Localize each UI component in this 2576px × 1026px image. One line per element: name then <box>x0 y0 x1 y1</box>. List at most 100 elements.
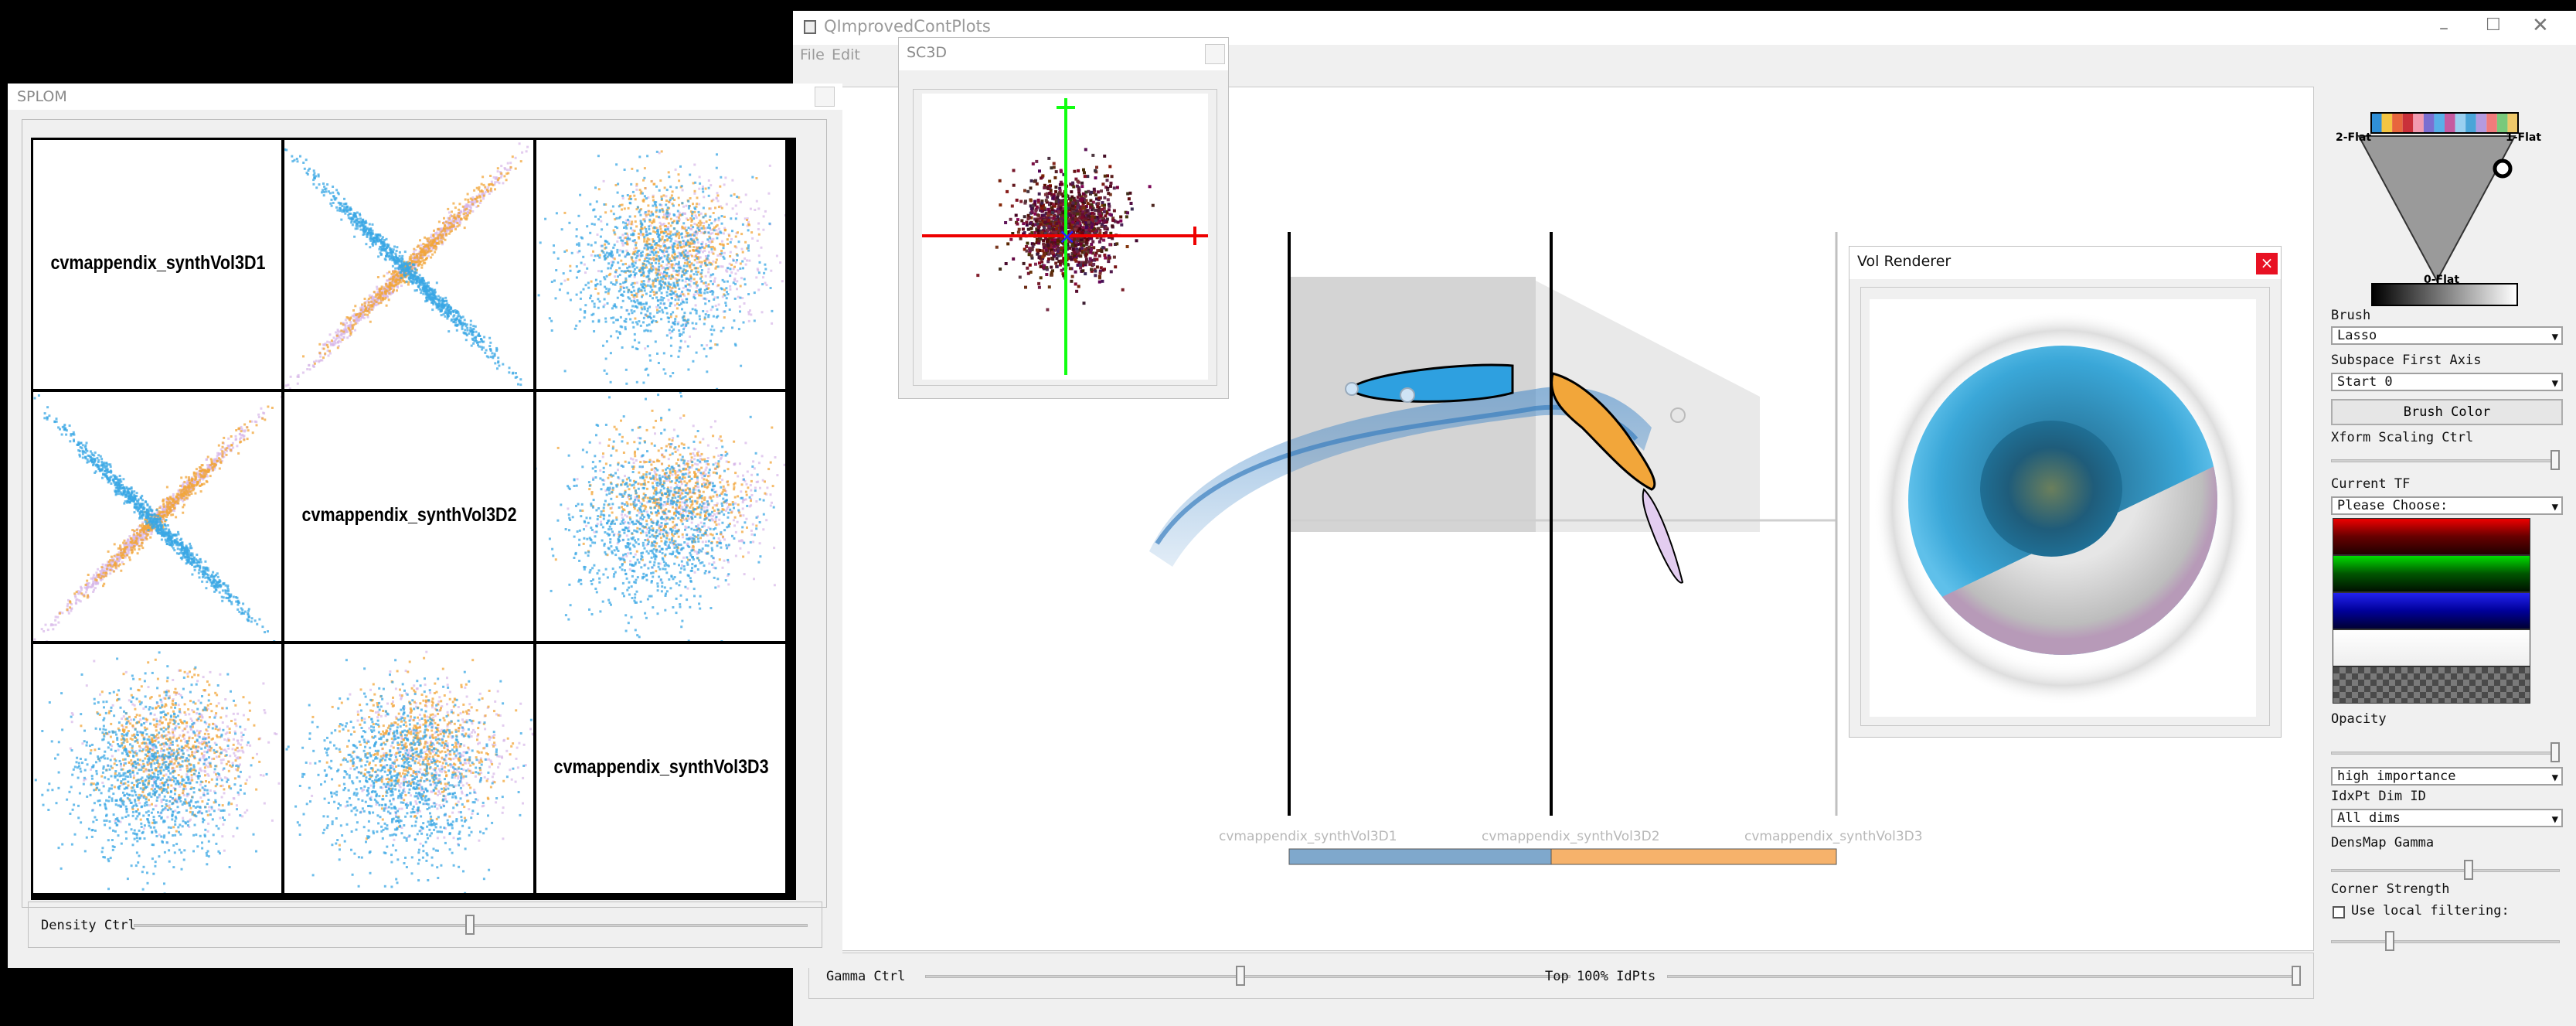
opacity-slider-handle[interactable] <box>2550 742 2560 762</box>
palette-swatch[interactable] <box>2434 113 2445 133</box>
close-icon[interactable]: ✕ <box>2532 14 2549 37</box>
scatter-point <box>317 173 320 176</box>
scatter-point <box>438 298 441 302</box>
splom-cell-0-1[interactable] <box>284 140 533 389</box>
scatter-point <box>705 355 708 358</box>
densmap-slider-track[interactable] <box>2331 869 2560 872</box>
splom-cell-1-0[interactable] <box>33 392 281 641</box>
palette-swatch[interactable] <box>2402 113 2414 133</box>
scatter-point <box>660 150 663 153</box>
scatter-point <box>403 251 407 254</box>
scatter-point <box>669 224 672 227</box>
scatter-point <box>381 296 384 299</box>
scatter-point <box>347 326 350 329</box>
splom-cell-0-2[interactable] <box>536 140 785 389</box>
minimize-icon[interactable]: – <box>2439 17 2448 39</box>
importance-select[interactable]: high importance ▼ <box>2331 767 2563 786</box>
subspace-select[interactable]: Start 0 ▼ <box>2331 373 2563 391</box>
menu-file[interactable]: File <box>800 46 825 63</box>
scatter-point <box>706 264 709 267</box>
splom-close-icon[interactable] <box>815 87 835 107</box>
palette-swatch[interactable] <box>2455 113 2466 133</box>
scatter-point <box>677 173 680 176</box>
scatter-point <box>503 167 506 169</box>
scatter-point <box>397 258 400 261</box>
palette-swatch[interactable] <box>2465 113 2476 133</box>
scatter-point <box>375 301 378 303</box>
scatter-point <box>678 179 681 182</box>
axis-order-segment-1[interactable] <box>1288 848 1552 865</box>
scatter-point <box>625 249 628 252</box>
scatter-point <box>612 316 615 319</box>
brush-color-button[interactable]: Brush Color <box>2331 399 2563 425</box>
tf-alpha-channel[interactable] <box>2333 666 2530 704</box>
gamma-slider-track[interactable] <box>925 975 1570 978</box>
scatter-point <box>729 268 732 271</box>
scatter-point <box>679 253 682 256</box>
scatter-point <box>624 320 628 323</box>
palette-swatch[interactable] <box>2486 113 2497 133</box>
palette-swatch[interactable] <box>2507 113 2518 133</box>
scatter-point <box>511 155 514 159</box>
palette-swatch[interactable] <box>2381 113 2393 133</box>
scatter-point <box>502 363 505 366</box>
scatter-point <box>335 334 339 337</box>
palette-swatch[interactable] <box>2476 113 2487 133</box>
opacity-slider-track[interactable] <box>2331 752 2560 755</box>
color-palette-strip[interactable] <box>2370 112 2519 134</box>
triangle-marker[interactable] <box>2493 159 2513 179</box>
corner-slider-handle[interactable] <box>2385 931 2394 951</box>
scatter-point <box>600 270 603 273</box>
brush-select-value: Lasso <box>2337 328 2377 343</box>
tf-green-channel[interactable] <box>2333 555 2530 592</box>
scatter-point <box>747 223 750 226</box>
palette-swatch[interactable] <box>2423 113 2435 133</box>
tf-blue-channel[interactable] <box>2333 592 2530 629</box>
palette-swatch[interactable] <box>2392 113 2403 133</box>
densmap-slider-handle[interactable] <box>2464 860 2473 880</box>
xform-slider-track[interactable] <box>2331 459 2560 462</box>
scatter-point <box>756 239 759 242</box>
palette-swatch[interactable] <box>2413 113 2424 133</box>
menu-edit[interactable]: Edit <box>832 46 860 63</box>
tf-red-channel[interactable] <box>2333 518 2530 555</box>
subspace-label: Subspace First Axis <box>2331 353 2482 368</box>
local-filtering-checkbox[interactable] <box>2333 906 2345 919</box>
scatter-point <box>587 281 590 285</box>
gamma-slider-handle[interactable] <box>1236 966 1245 986</box>
scatter-point <box>604 246 607 249</box>
scatter-point <box>757 269 760 272</box>
scatter-point <box>710 333 713 336</box>
scatter-point <box>619 236 622 239</box>
tf-white-channel[interactable] <box>2333 629 2530 666</box>
scatter-point <box>692 240 695 243</box>
scatter-point <box>315 186 318 189</box>
scatter-point <box>687 319 690 322</box>
axis-order-segment-2[interactable] <box>1550 848 1837 865</box>
scatter-point <box>606 255 609 258</box>
scatter-point <box>382 248 385 251</box>
scatter-point <box>744 257 747 260</box>
scatter-point <box>487 190 489 193</box>
scatter-point <box>480 339 483 342</box>
scatter-point <box>700 243 703 245</box>
scatter-point <box>671 297 673 300</box>
scatter-point <box>597 188 601 191</box>
brush-select[interactable]: Lasso ▼ <box>2331 326 2563 345</box>
xform-slider-handle[interactable] <box>2550 450 2560 470</box>
scatter-point <box>609 267 612 270</box>
palette-swatch[interactable] <box>2371 113 2382 133</box>
scatter-point <box>717 206 720 209</box>
scatter-point <box>326 346 329 349</box>
corner-slider-track[interactable] <box>2331 940 2560 943</box>
top-idpts-slider-handle[interactable] <box>2292 966 2301 986</box>
scatter-point <box>450 230 453 233</box>
palette-swatch[interactable] <box>2445 113 2455 133</box>
top-idpts-slider-track[interactable] <box>1667 975 2301 978</box>
subspace-triangle-widget[interactable]: 2-Flat 1-Flat 0-Flat <box>2320 91 2552 315</box>
maximize-icon[interactable]: ☐ <box>2486 15 2501 35</box>
idxpt-select[interactable]: All dims ▼ <box>2331 809 2563 827</box>
scatter-point <box>617 275 619 278</box>
palette-swatch[interactable] <box>2496 113 2508 133</box>
current-tf-select[interactable]: Please Choose: ▼ <box>2331 496 2563 515</box>
